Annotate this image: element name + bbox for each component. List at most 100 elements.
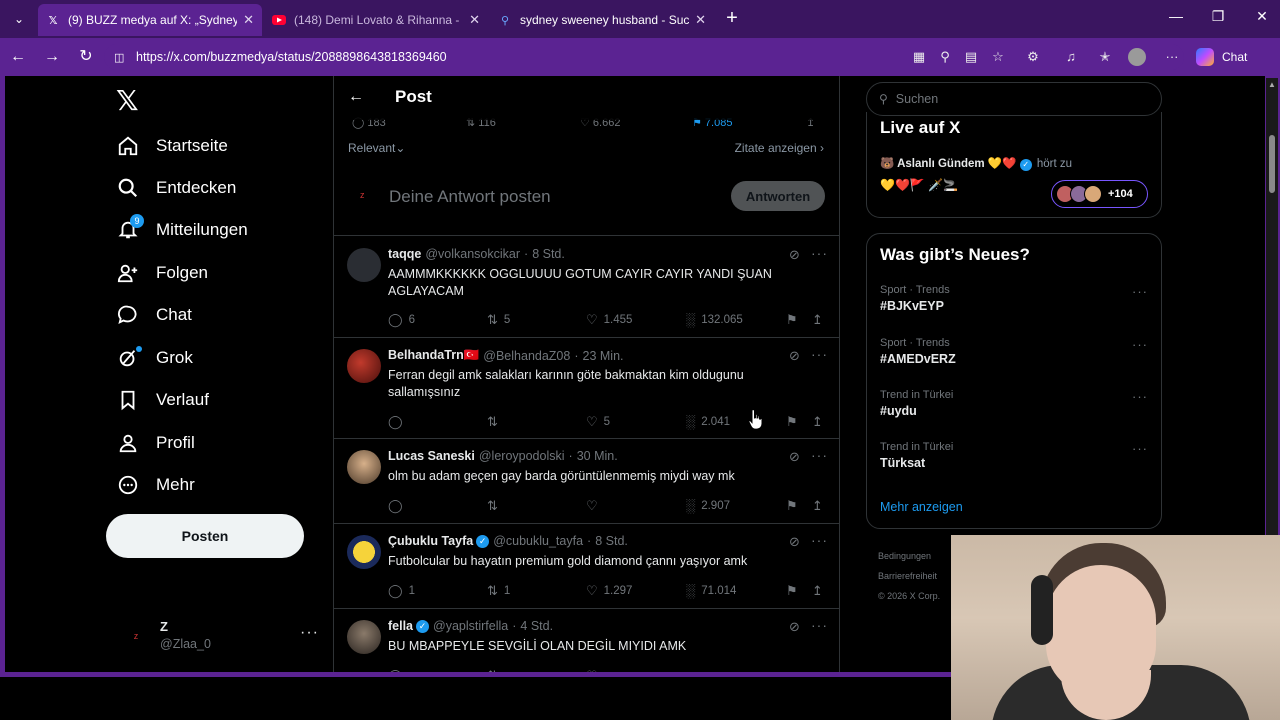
post-button[interactable]: Posten xyxy=(106,514,304,558)
scrollbar-thumb[interactable] xyxy=(1269,135,1275,193)
show-quotes-link[interactable]: Zitate anzeigen › xyxy=(735,141,824,155)
avatar[interactable] xyxy=(347,535,381,569)
show-more-link[interactable]: Mehr anzeigen xyxy=(880,500,963,514)
nav-item-profile[interactable]: Profil xyxy=(116,428,195,458)
trend-item[interactable]: Sport · Trends #AMEDvERZ ··· xyxy=(880,337,1150,377)
nav-item-grok[interactable]: Grok xyxy=(116,343,193,373)
more-options-icon[interactable]: ··· xyxy=(811,617,828,633)
reply-action[interactable]: ◯ xyxy=(388,668,409,672)
close-tab-icon[interactable]: ✕ xyxy=(469,12,480,28)
like-action[interactable]: ♡ 5 xyxy=(586,414,610,430)
menu-dots-icon[interactable]: ··· xyxy=(1163,48,1181,66)
repost-action[interactable]: ⇅ xyxy=(487,668,504,672)
account-more-icon[interactable]: ··· xyxy=(300,624,319,642)
music-icon[interactable]: ♫ xyxy=(1062,48,1080,66)
share-action[interactable]: ↥ xyxy=(812,583,829,599)
bookmark-action[interactable]: ⚑ xyxy=(786,312,804,328)
avatar[interactable] xyxy=(347,620,381,654)
minimize-icon[interactable]: — xyxy=(1166,8,1186,24)
like-action[interactable]: ♡ xyxy=(586,498,604,514)
tweet-time[interactable]: 8 Std. xyxy=(532,247,565,261)
sort-dropdown[interactable]: Relevant⌄ xyxy=(348,141,405,155)
new-tab-icon[interactable]: + xyxy=(722,8,742,28)
share-action[interactable]: ↥ xyxy=(812,312,829,328)
reply-tweet[interactable]: fella ✓ @yaplstirfella · 4 Std. ⊘ ··· BU… xyxy=(334,609,839,672)
account-switcher[interactable]: z Z @Zlaa_0 ··· xyxy=(122,616,322,660)
tweet-time[interactable]: 23 Min. xyxy=(583,349,624,363)
grok-explain-icon[interactable]: ⊘ xyxy=(789,348,800,364)
nav-item-home[interactable]: Startseite xyxy=(116,131,228,161)
tweet-time[interactable]: 8 Std. xyxy=(595,534,628,548)
author-name[interactable]: BelhandaTrn🇹🇷 xyxy=(388,348,479,363)
footer-terms-link[interactable]: Bedingungen xyxy=(878,546,940,566)
tweet-time[interactable]: 4 Std. xyxy=(520,619,553,633)
browser-tab-active[interactable]: 𝕏 (9) BUZZ medya auf X: „Sydney Sw ✕ xyxy=(38,4,262,36)
reply-action[interactable]: ◯ 6 xyxy=(388,312,415,328)
trend-more-icon[interactable]: ··· xyxy=(1132,337,1148,352)
reader-icon[interactable]: ▤ xyxy=(962,48,980,66)
repost-action[interactable]: ⇅ xyxy=(487,414,504,430)
trend-item[interactable]: Trend in Türkei Türksat ··· xyxy=(880,441,1150,481)
repost-action[interactable]: ⇅ 1 xyxy=(487,583,510,599)
x-logo-icon[interactable]: 𝕏 xyxy=(116,84,139,117)
more-options-icon[interactable]: ··· xyxy=(811,532,828,548)
grok-explain-icon[interactable]: ⊘ xyxy=(789,619,800,635)
reload-icon[interactable]: ↻ xyxy=(76,47,96,67)
trend-more-icon[interactable]: ··· xyxy=(1132,284,1148,299)
trend-more-icon[interactable]: ··· xyxy=(1132,389,1148,404)
repost-action[interactable]: ⇅ 5 xyxy=(487,312,510,328)
author-name[interactable]: taqqe xyxy=(388,247,421,261)
more-options-icon[interactable]: ··· xyxy=(811,245,828,261)
live-space-host[interactable]: 🐻 Aslanlı Gündem 💛❤️ ✓ hört zu xyxy=(880,156,1072,171)
live-on-x-card[interactable]: Live auf X 🐻 Aslanlı Gündem 💛❤️ ✓ hört z… xyxy=(866,112,1162,218)
nav-item-bookmarks[interactable]: Verlauf xyxy=(116,385,209,415)
browser-tab[interactable]: ⚲ sydney sweeney husband - Suche ✕ xyxy=(490,4,714,36)
grok-explain-icon[interactable]: ⊘ xyxy=(789,449,800,465)
nav-item-chat[interactable]: Chat xyxy=(116,300,192,330)
author-name[interactable]: Çubuklu Tayfa xyxy=(388,534,473,548)
extensions-icon[interactable]: ⚙ xyxy=(1024,48,1042,66)
reply-action[interactable]: ◯ xyxy=(388,498,409,514)
repost-action[interactable]: ⇅ xyxy=(487,498,504,514)
author-name[interactable]: fella xyxy=(388,619,413,633)
url-field[interactable]: ◫ https://x.com/buzzmedya/status/2088898… xyxy=(104,44,1184,70)
author-handle[interactable]: @volkansokcikar xyxy=(425,247,520,261)
author-handle[interactable]: @yaplstirfella xyxy=(433,619,508,633)
views-action[interactable]: ░ 2.041 xyxy=(686,414,730,429)
trend-item[interactable]: Trend in Türkei #uydu ··· xyxy=(880,389,1150,429)
like-action[interactable]: ♡ 1.297 xyxy=(586,583,632,599)
avatar[interactable] xyxy=(347,450,381,484)
back-arrow-icon[interactable]: ← xyxy=(348,88,364,106)
close-tab-icon[interactable]: ✕ xyxy=(243,12,254,28)
avatar[interactable] xyxy=(347,349,381,383)
close-tab-icon[interactable]: ✕ xyxy=(695,12,706,28)
author-handle[interactable]: @cubuklu_tayfa xyxy=(493,534,583,548)
author-handle[interactable]: @leroypodolski xyxy=(479,449,565,463)
trend-more-icon[interactable]: ··· xyxy=(1132,441,1148,456)
bookmark-action[interactable]: ⚑ xyxy=(786,498,804,514)
views-action[interactable]: ░ 132.065 xyxy=(686,312,743,327)
like-action[interactable]: ♡ xyxy=(586,668,604,672)
avatar[interactable] xyxy=(347,248,381,282)
forward-icon[interactable]: → xyxy=(42,47,62,67)
close-window-icon[interactable]: ✕ xyxy=(1252,8,1272,25)
browser-tab[interactable]: (148) Demi Lovato & Rihanna - Sta ✕ xyxy=(264,4,488,36)
views-action[interactable]: ░ 71.014 xyxy=(686,583,736,598)
more-options-icon[interactable]: ··· xyxy=(811,447,828,463)
share-action[interactable]: ↥ xyxy=(812,414,829,430)
nav-item-notifications[interactable]: 9 Mitteilungen xyxy=(116,214,248,245)
tweet-time[interactable]: 30 Min. xyxy=(577,449,618,463)
reply-button[interactable]: Antworten xyxy=(731,181,825,211)
apps-icon[interactable]: ▦ xyxy=(910,48,928,66)
reply-tweet[interactable]: BelhandaTrn🇹🇷 @BelhandaZ08 · 23 Min. ⊘ ·… xyxy=(334,338,839,439)
share-action[interactable]: ↥ xyxy=(812,498,829,514)
reply-tweet[interactable]: Lucas Saneski @leroypodolski · 30 Min. ⊘… xyxy=(334,439,839,524)
site-info-icon[interactable]: ◫ xyxy=(114,51,130,64)
reply-action[interactable]: ◯ xyxy=(388,414,409,430)
grok-explain-icon[interactable]: ⊘ xyxy=(789,247,800,263)
views-action[interactable]: ░ 2.907 xyxy=(686,498,730,513)
search-box[interactable]: ⚲ xyxy=(866,82,1162,116)
nav-item-follow[interactable]: Folgen xyxy=(116,258,208,288)
reply-input[interactable]: Deine Antwort posten xyxy=(389,187,551,207)
nav-item-more[interactable]: Mehr xyxy=(116,470,195,500)
